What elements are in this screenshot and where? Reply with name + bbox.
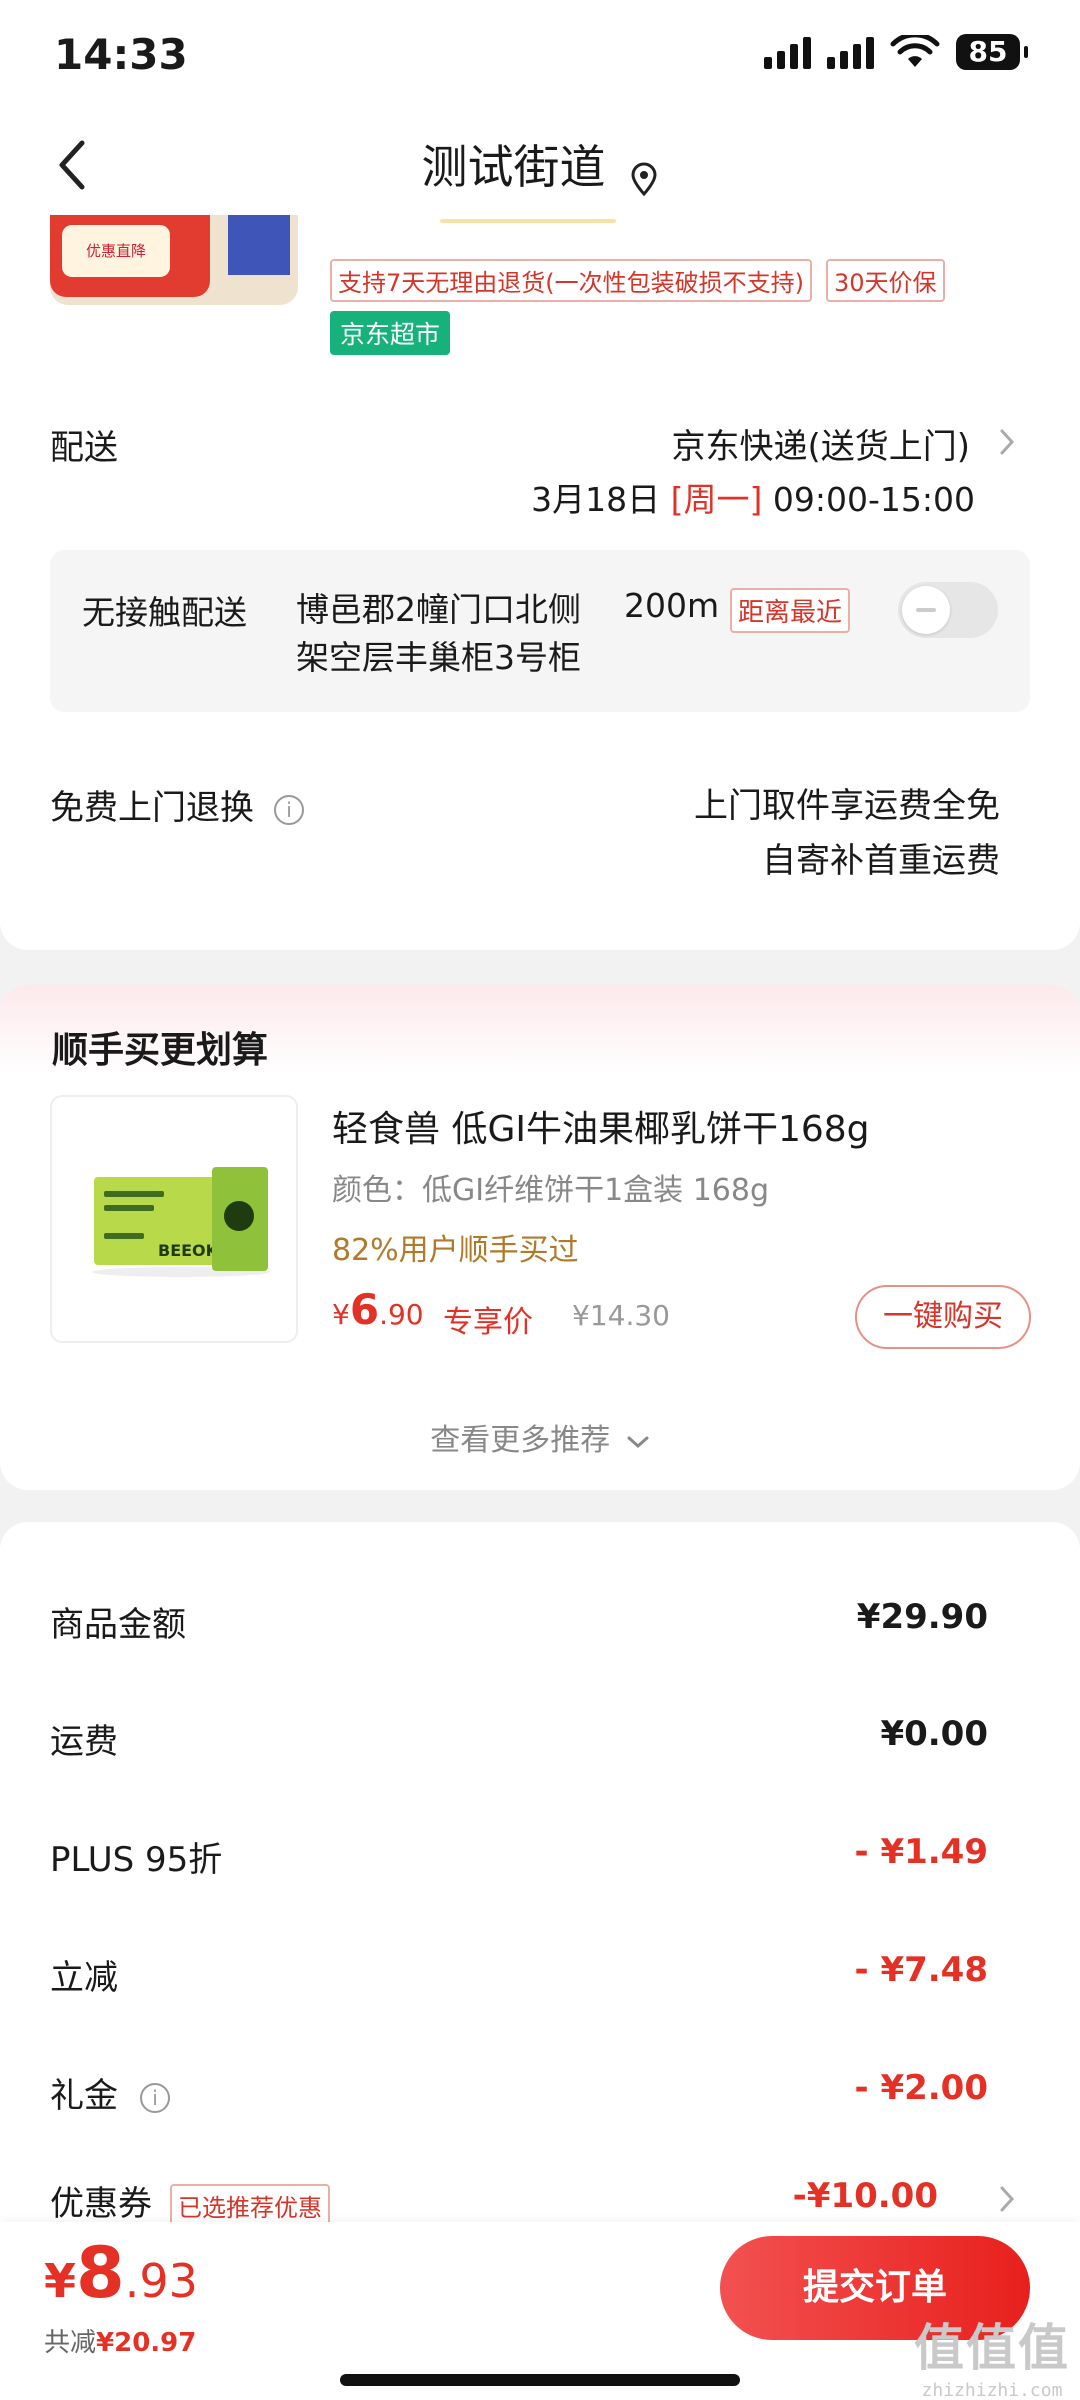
return-line1: 上门取件享运费全免 bbox=[694, 786, 1000, 826]
summary-label: 运费 bbox=[50, 1722, 118, 1762]
box-logo bbox=[224, 1201, 254, 1231]
summary-row-gift-money: 礼金 i - ¥2.00 bbox=[50, 2068, 988, 2118]
recommend-price: ¥6.90 bbox=[332, 1285, 424, 1334]
coupon-label: 优惠券 bbox=[50, 2184, 152, 2224]
delivery-label: 配送 bbox=[50, 428, 118, 468]
image-box-side bbox=[212, 1167, 268, 1271]
savings-label: 共减 bbox=[44, 2328, 97, 2358]
free-return-text: 免费上门退换 bbox=[50, 788, 254, 828]
delivery-company[interactable]: 京东快递(送货上门) bbox=[671, 419, 970, 468]
box-text-line bbox=[104, 1205, 154, 1211]
box-text-line bbox=[104, 1191, 164, 1197]
summary-row-coupon[interactable]: 优惠券 已选推荐优惠 -¥10.00 bbox=[50, 2176, 938, 2227]
one-click-buy-button[interactable]: 一键购买 bbox=[855, 1285, 1031, 1349]
summary-value: -¥10.00 bbox=[792, 2176, 938, 2216]
home-indicator bbox=[340, 2374, 740, 2386]
summary-row-goods: 商品金额 ¥29.90 bbox=[50, 1597, 988, 1647]
delivery-time[interactable]: 3月18日 [周一] 09:00-15:00 bbox=[531, 473, 975, 521]
info-icon[interactable]: i bbox=[140, 2082, 170, 2113]
contactless-distance: 200m bbox=[624, 586, 720, 625]
total-integer: 8 bbox=[76, 2232, 125, 2314]
recommend-bought-rate: 82%用户顺手买过 bbox=[332, 1233, 579, 1268]
location-pin-icon[interactable] bbox=[629, 162, 659, 196]
page-title: 测试街道 bbox=[421, 140, 606, 194]
recommend-card: 顺手买更划算 BEEOK 轻食兽 低GI牛油果椰乳饼干168g 颜色：低GI纤维… bbox=[0, 985, 1080, 1490]
delivery-weekday: [周一] bbox=[670, 480, 763, 519]
product-tags: 支持7天无理由退货(一次性包装破损不支持) 30天价保 bbox=[330, 259, 945, 302]
status-bar: 14:33 85 bbox=[0, 0, 1080, 115]
summary-row-instant-discount: 立减 - ¥7.48 bbox=[50, 1950, 988, 2000]
more-recommend-link[interactable]: 查看更多推荐 bbox=[0, 1415, 1080, 1459]
summary-value: - ¥2.00 bbox=[854, 2068, 989, 2108]
chevron-right-icon[interactable] bbox=[998, 2184, 1016, 2214]
contactless-label: 无接触配送 bbox=[82, 593, 247, 632]
delivery-date: 3月18日 bbox=[531, 480, 661, 519]
status-icons: 85 bbox=[764, 34, 1028, 70]
box-brand: BEEOK bbox=[158, 1241, 219, 1260]
coupon-tag: 已选推荐优惠 bbox=[170, 2184, 330, 2227]
order-info-card: 优惠直降 支持7天无理由退货(一次性包装破损不支持) 30天价保 京东超市 配送… bbox=[0, 215, 1080, 950]
wifi-icon bbox=[890, 35, 940, 67]
total-price: ¥8.93 bbox=[44, 2232, 198, 2314]
thumbnail-badge: 优惠直降 bbox=[62, 225, 170, 277]
delivery-time-range: 09:00-15:00 bbox=[772, 480, 975, 519]
battery-icon: 85 bbox=[956, 34, 1028, 70]
recommend-product-name[interactable]: 轻食兽 低GI牛油果椰乳饼干168g bbox=[332, 1100, 870, 1152]
price-summary-card: 商品金额 ¥29.90 运费 ¥0.00 PLUS 95折 - ¥1.49 立减… bbox=[0, 1522, 1080, 2227]
cellular-signal-2-icon bbox=[827, 35, 874, 69]
price-symbol: ¥ bbox=[332, 1298, 350, 1331]
summary-label: 商品金额 bbox=[50, 1605, 186, 1645]
summary-value: ¥0.00 bbox=[880, 1714, 988, 1754]
chevron-right-icon[interactable] bbox=[998, 427, 1016, 457]
price-integer: 6 bbox=[349, 1285, 380, 1334]
thumbnail-blue-box bbox=[228, 215, 290, 275]
watermark: 值值值 zhizhizhi.com bbox=[914, 2308, 1070, 2400]
summary-row-plus: PLUS 95折 - ¥1.49 bbox=[50, 1832, 988, 1882]
exclusive-price-label: 专享价 bbox=[443, 1305, 533, 1340]
box-text-line bbox=[104, 1233, 144, 1239]
summary-value: ¥29.90 bbox=[856, 1597, 988, 1637]
nav-title-wrap: 测试街道 bbox=[0, 131, 1080, 197]
contactless-delivery-box: 无接触配送 博邑郡2幢门口北侧 架空层丰巢柜3号柜 200m 距离最近 bbox=[50, 550, 1030, 712]
summary-label: 礼金 i bbox=[50, 2068, 170, 2117]
summary-label: 优惠券 已选推荐优惠 bbox=[50, 2176, 330, 2227]
nearest-tag: 距离最近 bbox=[730, 588, 851, 633]
summary-value: - ¥7.48 bbox=[854, 1950, 989, 1990]
recommend-product-spec: 颜色：低GI纤维饼干1盒装 168g bbox=[332, 1173, 770, 1208]
watermark-url: zhizhizhi.com bbox=[921, 2380, 1063, 2400]
info-icon[interactable]: i bbox=[274, 794, 304, 825]
recommend-product-image[interactable]: BEEOK bbox=[50, 1095, 298, 1343]
total-savings[interactable]: 共减¥20.97 bbox=[44, 2322, 196, 2359]
summary-label: PLUS 95折 bbox=[50, 1840, 223, 1880]
price-decimal: .90 bbox=[379, 1298, 424, 1331]
total-decimal: .93 bbox=[124, 2254, 198, 2308]
price-protect-tag: 30天价保 bbox=[826, 259, 945, 302]
summary-value: - ¥1.49 bbox=[854, 1832, 989, 1872]
cellular-signal-icon bbox=[764, 35, 811, 69]
contactless-toggle[interactable] bbox=[898, 582, 998, 638]
nav-bar: 测试街道 bbox=[0, 115, 1080, 215]
savings-amount: ¥20.97 bbox=[96, 2328, 197, 2358]
toggle-knob bbox=[902, 586, 950, 634]
summary-row-shipping: 运费 ¥0.00 bbox=[50, 1714, 988, 1764]
contactless-address-line2: 架空层丰巢柜3号柜 bbox=[296, 638, 581, 677]
more-recommend-label: 查看更多推荐 bbox=[430, 1423, 611, 1458]
watermark-logo: 值值值 bbox=[914, 2319, 1070, 2377]
product-thumbnail[interactable]: 优惠直降 bbox=[50, 215, 298, 305]
recommend-title: 顺手买更划算 bbox=[52, 1030, 269, 1071]
status-time: 14:33 bbox=[54, 30, 188, 79]
gift-money-label: 礼金 bbox=[50, 2076, 118, 2116]
summary-label: 立减 bbox=[50, 1958, 118, 1998]
original-price: ¥14.30 bbox=[572, 1299, 670, 1332]
free-return-label: 免费上门退换 i bbox=[50, 780, 304, 829]
chevron-down-icon bbox=[627, 1436, 649, 1448]
return-policy-tag: 支持7天无理由退货(一次性包装破损不支持) bbox=[330, 259, 812, 302]
product-yellow-line bbox=[440, 219, 616, 223]
total-symbol: ¥ bbox=[44, 2254, 77, 2308]
store-tag: 京东超市 bbox=[330, 311, 451, 355]
return-line2: 自寄补首重运费 bbox=[762, 841, 1000, 881]
